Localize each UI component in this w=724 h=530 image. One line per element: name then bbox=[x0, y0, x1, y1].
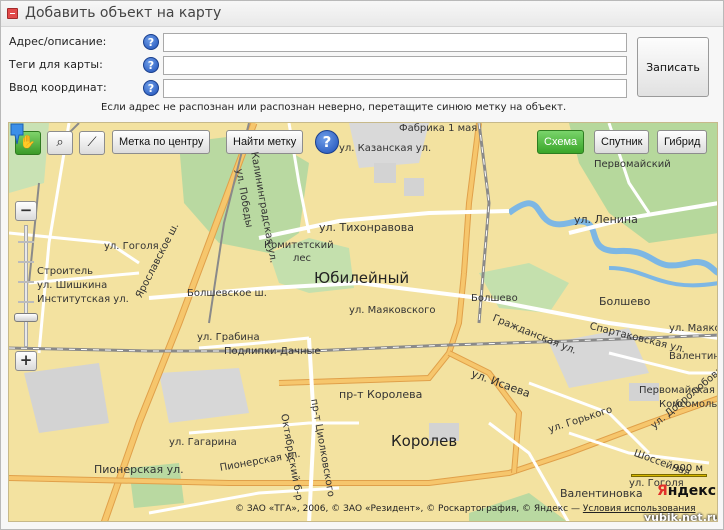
scale-bar bbox=[631, 474, 707, 477]
street-label: Болшево bbox=[471, 293, 518, 304]
street-label: Болшевское ш. bbox=[187, 288, 267, 299]
yandex-logo-ya: Я bbox=[657, 483, 668, 499]
street-label: ул. Маяковского bbox=[669, 323, 718, 334]
ruler-icon[interactable]: ⟋ bbox=[79, 131, 105, 155]
zoom-tick bbox=[18, 281, 34, 283]
zoom-control: − + bbox=[14, 201, 38, 371]
zoom-slider-handle[interactable] bbox=[14, 313, 38, 322]
tags-label: Теги для карты: bbox=[9, 58, 103, 71]
street-label: ул. Шишкина bbox=[37, 280, 108, 291]
zoom-out-button[interactable]: − bbox=[15, 201, 37, 221]
forest-label: лес bbox=[293, 253, 312, 264]
street-label: Валентиновка bbox=[669, 351, 717, 362]
map-view[interactable]: ✋ ⌕ ⟋ Метка по центру Найти метку ? Схем… bbox=[8, 122, 718, 522]
map-help-icon[interactable]: ? bbox=[315, 130, 339, 154]
zoom-track[interactable] bbox=[24, 225, 28, 347]
street-label: ул. Гагарина bbox=[169, 437, 237, 448]
map-scale: 900 м bbox=[631, 463, 711, 479]
tags-input[interactable] bbox=[163, 56, 627, 75]
coords-help-icon[interactable]: ? bbox=[143, 80, 159, 96]
place-label: Первомайский bbox=[594, 159, 671, 170]
address-help-icon[interactable]: ? bbox=[143, 34, 159, 50]
street-label: Институтская ул. bbox=[37, 294, 129, 305]
street-label: ул. Тихонравова bbox=[319, 221, 414, 234]
magnifier-icon[interactable]: ⌕ bbox=[47, 131, 73, 155]
zoom-in-button[interactable]: + bbox=[15, 351, 37, 371]
map-type-satellite[interactable]: Спутник bbox=[594, 130, 650, 154]
street-label: пр-т Королева bbox=[339, 388, 423, 401]
window-title: Добавить объект на карту bbox=[25, 5, 222, 21]
tags-help-icon[interactable]: ? bbox=[143, 57, 159, 73]
coords-label: Ввод координат: bbox=[9, 81, 107, 94]
address-label: Адрес/описание: bbox=[9, 35, 107, 48]
drag-hint: Если адрес не распознан или распознан не… bbox=[101, 102, 567, 113]
street-label: ул. Грабина bbox=[197, 332, 260, 343]
place-label-korolev: Королев bbox=[391, 432, 458, 450]
add-object-window: Добавить объект на карту Адрес/описание:… bbox=[0, 0, 724, 530]
yandex-logo-rest: ндекс bbox=[667, 483, 717, 499]
address-input[interactable] bbox=[163, 33, 627, 52]
close-icon[interactable] bbox=[7, 8, 18, 19]
zoom-tick bbox=[18, 301, 34, 303]
copyright-text: © ЗАО «ТГА», 2006, © ЗАО «Резидент», © Р… bbox=[235, 504, 583, 514]
street-label: ул. Казанская ул. bbox=[339, 143, 432, 154]
title-bar: Добавить объект на карту bbox=[1, 1, 723, 27]
save-button[interactable]: Записать bbox=[637, 37, 709, 97]
place-label-yubileyny: Юбилейный bbox=[314, 269, 410, 287]
map-type-scheme[interactable]: Схема bbox=[537, 130, 585, 154]
location-pin-icon[interactable] bbox=[9, 123, 25, 145]
street-label: Подлипки-Дачные bbox=[224, 346, 321, 357]
find-mark-button[interactable]: Найти метку bbox=[226, 130, 304, 154]
map-copyright: © ЗАО «ТГА», 2006, © ЗАО «Резидент», © Р… bbox=[235, 504, 695, 514]
center-mark-button[interactable]: Метка по центру bbox=[112, 130, 211, 154]
map-type-hybrid[interactable]: Гибрид bbox=[657, 130, 708, 154]
street-label: Фабрика 1 мая bbox=[399, 123, 478, 134]
scale-label: 900 м bbox=[673, 463, 703, 474]
zoom-tick bbox=[18, 261, 34, 263]
forest-label: Комитетский bbox=[264, 240, 334, 251]
street-label: Комсомольская bbox=[659, 399, 718, 410]
street-label: Строитель bbox=[37, 266, 94, 277]
place-label: Болшево bbox=[599, 295, 651, 308]
street-label: Пионерская ул. bbox=[94, 463, 184, 476]
street-label: ул. Ленина bbox=[574, 213, 638, 226]
street-label: Первомайская bbox=[639, 385, 715, 396]
coords-input[interactable] bbox=[163, 79, 627, 98]
street-label: ул. Маяковского bbox=[349, 305, 436, 316]
yandex-logo: Яндекс bbox=[657, 483, 716, 499]
zoom-tick bbox=[18, 241, 34, 243]
street-label: ул. Гоголя bbox=[104, 241, 159, 252]
watermark: yubik.net.ru bbox=[644, 511, 718, 522]
